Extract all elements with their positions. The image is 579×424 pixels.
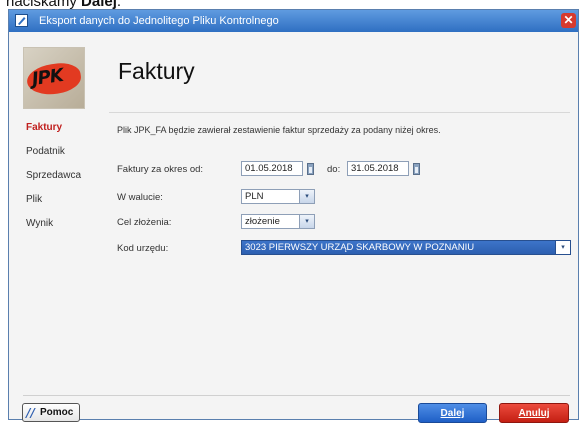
cancel-button[interactable]: Anuluj (499, 403, 569, 423)
wizard-steps: Faktury Podatnik Sprzedawca Plik Wynik (26, 121, 106, 241)
chevron-down-icon[interactable]: ▾ (555, 241, 570, 254)
date-from-field[interactable]: 01.05.2018 (241, 161, 303, 176)
calendar-icon[interactable] (307, 163, 314, 175)
chevron-down-icon[interactable]: ▾ (299, 215, 314, 228)
date-to-field[interactable]: 31.05.2018 (347, 161, 409, 176)
divider (109, 112, 570, 113)
close-icon[interactable]: ✕ (561, 13, 576, 28)
period-label: Faktury za okres od: (117, 164, 204, 175)
currency-label: W walucie: (117, 192, 163, 203)
step-plik[interactable]: Plik (26, 193, 106, 217)
title-bar: Eksport danych do Jednolitego Pliku Kont… (9, 10, 578, 32)
step-faktury[interactable]: Faktury (26, 121, 106, 145)
office-value: 3023 PIERWSZY URZĄD SKARBOWY W POZNANIU (245, 242, 475, 253)
jpk-logo: JPK (23, 47, 85, 109)
purpose-select[interactable]: złożenie ▾ (241, 214, 315, 229)
currency-value: PLN (245, 191, 264, 202)
next-label: Dalej (440, 408, 465, 419)
export-dialog: Eksport danych do Jednolitego Pliku Kont… (8, 9, 579, 423)
office-select[interactable]: 3023 PIERWSZY URZĄD SKARBOWY W POZNANIU … (241, 240, 571, 255)
dialog-content: JPK Faktury Faktury Podatnik Sprzedawca … (9, 32, 578, 423)
purpose-label: Cel złożenia: (117, 217, 172, 228)
window-title: Eksport danych do Jednolitego Pliku Kont… (39, 15, 279, 27)
step-sprzedawca[interactable]: Sprzedawca (26, 169, 106, 193)
next-button[interactable]: Dalej (418, 403, 487, 423)
cancel-label: Anuluj (518, 408, 550, 419)
purpose-value: złożenie (245, 216, 280, 227)
date-to-label: do: (327, 164, 341, 175)
office-label: Kod urzędu: (117, 243, 169, 254)
step-podatnik[interactable]: Podatnik (26, 145, 106, 169)
footer-divider (23, 395, 570, 396)
logo-text: JPK (30, 64, 65, 91)
description-text: Plik JPK_FA będzie zawierał zestawienie … (117, 125, 441, 135)
help-label: Pomoc (40, 407, 74, 418)
chevron-down-icon[interactable]: ▾ (299, 190, 314, 203)
edit-icon (15, 14, 28, 27)
page-title: Faktury (118, 58, 195, 84)
help-button[interactable]: // Pomoc (22, 403, 80, 422)
currency-select[interactable]: PLN ▾ (241, 189, 315, 204)
calendar-icon[interactable] (413, 163, 420, 175)
help-icon: // (26, 406, 35, 420)
step-wynik[interactable]: Wynik (26, 217, 106, 241)
